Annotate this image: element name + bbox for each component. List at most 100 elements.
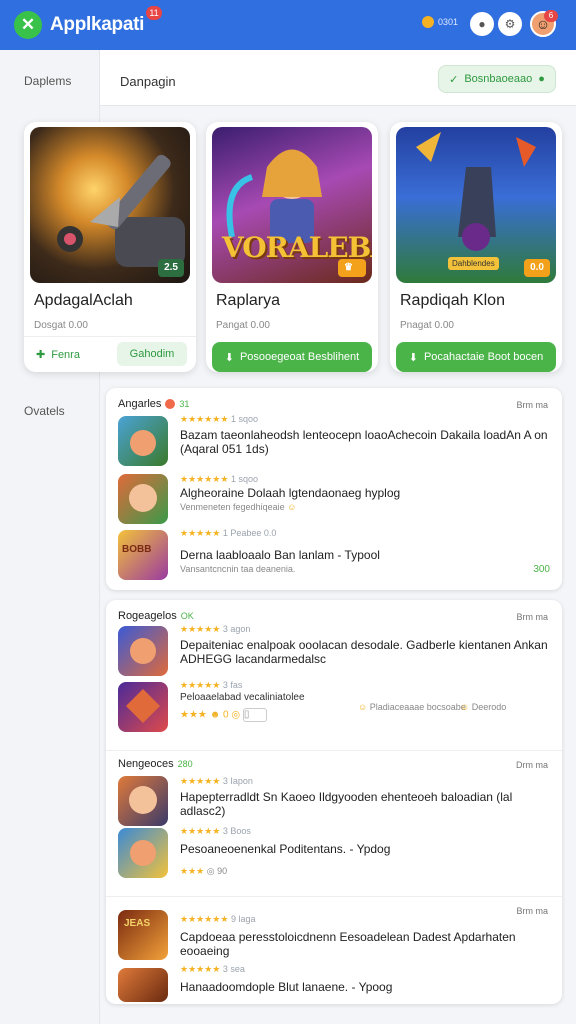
item-extra-2: ☺ Deerodo [460, 702, 507, 712]
featured-card-2[interactable]: VORALEBA ♛ Raplarya Pangat 0.00 ⬇ Posooe… [206, 122, 378, 372]
item-subtitle: Venmeneten fegedhiqeaie ☺ [180, 502, 297, 512]
item-title: Depaiteniac enalpoak ooolacan desodale. … [180, 638, 548, 666]
notification-badge: 11 [146, 6, 162, 20]
friends-icon[interactable]: ● [470, 12, 494, 36]
panel-title: Rogeagelos OK [118, 610, 194, 622]
install-button[interactable]: ⬇ Posooegeoat Besblihent [212, 342, 372, 372]
add-button-label: Fenra [51, 348, 80, 361]
rating-stars: ★★★★★ 3 agon [180, 624, 251, 634]
item-subtitle: ★★★ ◎ 90 [180, 866, 228, 876]
list-item[interactable]: ★★★★★ 3 Boos Pesoaneoenenkal Poditentans… [118, 826, 550, 882]
sidebar-item-ovatels[interactable]: Ovatels [24, 404, 65, 418]
avatar-badge: 6 [544, 10, 558, 22]
item-title: Hapepterradldt Sn Kaoeo Ildgyooden ehent… [180, 790, 513, 818]
crown-badge: ♛ [338, 259, 366, 277]
rating-stars: ★★★★★★ 1 sqoo [180, 474, 258, 484]
install-button-label: Posooegeoat Besblihent [239, 351, 360, 363]
page-title: Danpagin [120, 74, 176, 89]
section-divider [106, 750, 562, 751]
sidebar-item-daplems[interactable]: Daplems [24, 74, 71, 88]
add-button[interactable]: ✚ Fenra [36, 348, 80, 362]
game-thumbnail [118, 776, 168, 826]
install-button[interactable]: ⬇ Pocahactaie Boot bocen [396, 342, 556, 372]
game-thumbnail [118, 416, 168, 466]
panel-title: Nengeoces 280 [118, 758, 193, 770]
game-art-3: Dahblendes 0.0 [396, 127, 556, 283]
item-title: Peloaaelabad vecaliniatolee [180, 692, 305, 703]
rating-stars: ★★★★★ 3 Iapon [180, 776, 253, 786]
download-icon: ⬇ [408, 351, 418, 364]
item-subtitle: Vansantcncnin taa deanenia. [180, 564, 296, 574]
action-button[interactable]: ✓ Bosnbaoeaao ● [438, 65, 556, 93]
list-item[interactable]: ★★★★★ 3 Iapon Hapepterradldt Sn Kaoeo Il… [118, 776, 550, 828]
card-title: Raplarya [216, 292, 281, 309]
main-header: Danpagin ✓ Bosnbaoeaao ● [100, 50, 576, 106]
list-panel-1: Angarles 31 Brm ma ★★★★★★ 1 sqoo Bazam t… [106, 388, 562, 590]
item-extra-1: ☺ Pladiaceaaae bocsoabe [358, 702, 466, 712]
panel-title-text: Nengeoces [118, 758, 174, 770]
card-divider [24, 336, 196, 337]
item-title: Hanaadoomdople Blut lanaene. - Ypoog [180, 980, 393, 994]
item-title: Derna laabloaalo Ban lanlam - Typool [180, 548, 380, 562]
install-button-label: Pocahactaie Boot bocen [423, 351, 544, 363]
featured-card-3[interactable]: Dahblendes 0.0 Rapdiqah Klon Pnagat 0.00… [390, 122, 562, 372]
panel-title-text: Rogeagelos [118, 610, 177, 622]
game-thumbnail [118, 626, 168, 676]
see-more-link[interactable]: Brm ma [517, 400, 549, 410]
item-price: 300 [533, 564, 550, 575]
list-item[interactable]: ★★★★★ 3 sea Hanaadoomdople Blut lanaene.… [118, 962, 550, 1002]
leaf-icon: ✓ [449, 73, 459, 86]
rating-badge: 0.0 [524, 259, 550, 277]
game-logo-text: Dahblendes [448, 257, 499, 270]
rating-stars: ★★★★★★ 1 sqoo [180, 414, 258, 424]
logo-icon[interactable]: ✕ [14, 11, 42, 39]
section-divider [106, 896, 562, 897]
rating-stars: ★★★★★★ 9 laga [180, 914, 256, 924]
rating-stars: ★★★★★ 1 Peabee 0.0 [180, 528, 277, 538]
action-button-label: Bosnbaoeaao [464, 73, 533, 85]
card-title: ApdagalAclah [34, 292, 133, 309]
card-subtitle: Dosgat 0.00 [34, 320, 88, 331]
panel-tag: 31 [179, 399, 190, 409]
list-item[interactable]: ★★★★★★ 1 sqoo Algheoraine Dolaah lgtenda… [118, 474, 550, 529]
panel-title: Angarles 31 [118, 398, 189, 410]
game-thumbnail [118, 682, 168, 732]
card-title: Rapdiqah Klon [400, 292, 505, 309]
list-item[interactable]: ★★★★★★ 1 sqoo Bazam taeonlaheodsh lenteo… [118, 414, 550, 469]
card-subtitle: Pnagat 0.00 [400, 320, 454, 331]
coin-balance[interactable]: 0301 [422, 16, 458, 28]
hot-icon [165, 399, 176, 409]
card-subtitle: Pangat 0.00 [216, 320, 270, 331]
item-title: Capdoeaa peresstoloicdnenn Eesoadelean D… [180, 930, 516, 958]
item-title: Bazam taeonlaheodsh lenteocepn loaoAchec… [180, 428, 548, 456]
game-thumbnail: BOBB [118, 530, 168, 580]
list-item[interactable]: BOBB ★★★★★ 1 Peabee 0.0 Derna laabloaalo… [118, 528, 550, 583]
game-art-1: 2.5 [30, 127, 190, 283]
game-thumbnail [118, 474, 168, 524]
item-actions: ★★★ ☻ 0 ◎ ▯ [180, 708, 267, 722]
secondary-button[interactable]: Gahodim [117, 342, 187, 366]
rating-stars: ★★★★★ 3 fas [180, 680, 243, 690]
rating-badge: 2.5 [158, 259, 184, 277]
list-item[interactable]: ★★★★★ 3 agon Depaiteniac enalpoak ooolac… [118, 624, 550, 680]
see-more-link[interactable]: Brm ma [517, 612, 549, 622]
featured-card-1[interactable]: 2.5 ApdagalAclah Dosgat 0.00 ✚ Fenra Gah… [24, 122, 196, 372]
settings-icon[interactable]: ⚙ [498, 12, 522, 36]
coin-label: 0301 [438, 17, 459, 27]
coin-icon [422, 16, 434, 28]
plus-icon: ✚ [36, 349, 46, 361]
list-item[interactable]: ★★★★★ 3 fas Peloaaelabad vecaliniatolee … [118, 680, 550, 732]
item-title: Algheoraine Dolaah lgtendaonaeg hyplog [180, 486, 401, 500]
see-more-link[interactable]: Drm ma [516, 760, 548, 770]
game-thumbnail: JEAS [118, 910, 168, 960]
app-name[interactable]: Applkapati [50, 14, 144, 36]
panel-tag: OK [180, 611, 194, 621]
list-item[interactable]: JEAS ★★★★★★ 9 laga Capdoeaa peresstoloic… [118, 910, 550, 966]
game-thumbnail [118, 828, 168, 878]
item-title: Pesoaneoenenkal Poditentans. - Ypdog [180, 842, 391, 856]
panel-tag: 280 [177, 759, 193, 769]
circle-icon: ● [538, 73, 545, 85]
rating-stars: ★★★★★ 3 Boos [180, 826, 251, 836]
list-panel-2: Rogeagelos OK Brm ma ★★★★★ 3 agon Depait… [106, 600, 562, 1004]
panel-title-text: Angarles [118, 398, 162, 410]
